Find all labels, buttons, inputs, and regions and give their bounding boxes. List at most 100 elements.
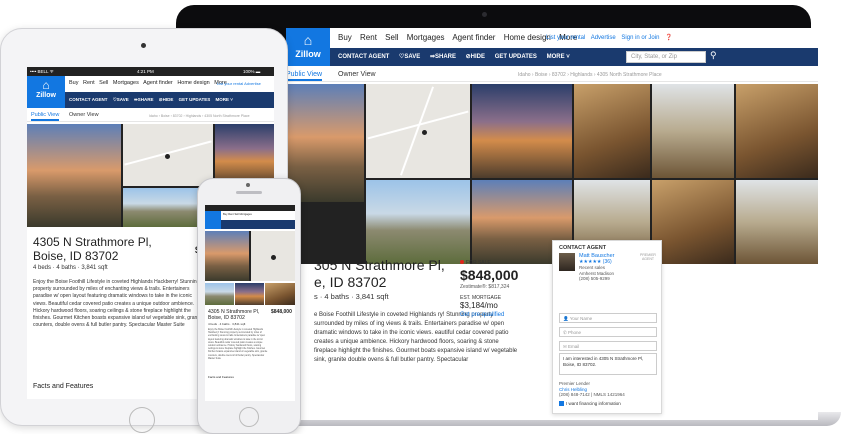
get-updates-button[interactable]: GET UPDATES <box>495 54 537 60</box>
search-input[interactable]: City, State, or Zip <box>626 51 706 63</box>
checkbox-icon <box>559 401 564 407</box>
nav-buy[interactable]: Buy <box>69 80 78 86</box>
tab-public-view[interactable]: Public View <box>286 71 323 81</box>
contact-agent-button[interactable]: CONTACT AGENT <box>69 97 108 102</box>
phone-device: Buy Rent Sell Mortgages 4305 N Strathmor… <box>197 178 301 434</box>
map-pin-icon <box>165 154 170 159</box>
listing-address-line2: Boise, ID 83702 <box>208 315 245 321</box>
premier-agent-badge: PREMIER AGENT <box>640 253 656 261</box>
tablet-toolbar: CONTACT AGENT ♡SAVE ⇛SHARE ⊘HIDE GET UPD… <box>65 92 274 108</box>
name-field[interactable]: 👤 Your Name <box>559 313 657 323</box>
lender-name[interactable]: Chris Helbling <box>559 387 587 392</box>
laptop-camera <box>482 12 487 17</box>
search-icon[interactable]: ⚲ <box>710 50 722 62</box>
agent-avatar[interactable] <box>559 253 575 271</box>
photo-gallery <box>286 84 818 264</box>
tablet-home-button[interactable] <box>129 407 155 433</box>
list-rental-link[interactable]: List your rental <box>217 81 243 86</box>
hide-button[interactable]: ⊘HIDE <box>159 97 174 102</box>
breadcrumb[interactable]: Idaho › Boise › 83702 › Highlands › 4305… <box>149 114 250 118</box>
share-button[interactable]: ⇛SHARE <box>134 97 154 102</box>
save-button[interactable]: ♡SAVE <box>113 97 129 102</box>
gallery-photo[interactable] <box>215 124 274 186</box>
phone-home-button[interactable] <box>239 407 259 427</box>
advertise-link[interactable]: Advertise <box>591 35 616 41</box>
financing-checkbox[interactable]: I want financing information <box>559 401 621 407</box>
nav-home-design[interactable]: Home design <box>177 80 209 86</box>
nav-agent-finder[interactable]: Agent finder <box>452 33 495 42</box>
tab-owner-view[interactable]: Owner View <box>338 71 376 78</box>
status-time: 4:21 PM <box>137 69 154 74</box>
nav-rent[interactable]: Rent <box>228 213 233 216</box>
gallery-photo[interactable] <box>265 283 295 305</box>
nav-home-design[interactable]: Home design <box>504 33 551 42</box>
listing-description: Enjoy the Boise Foothill Lifestyle in co… <box>208 329 268 360</box>
zillow-logo[interactable]: ⌂ Zillow <box>286 28 330 66</box>
est-mortgage-value[interactable]: $3,184/mo <box>460 301 498 310</box>
more-button[interactable]: MORE ˅ <box>216 97 233 102</box>
map-pin-icon <box>271 255 276 260</box>
facts-heading: Facts and Features <box>208 375 234 379</box>
list-rental-link[interactable]: List your rental <box>546 35 585 41</box>
gallery-photo[interactable] <box>27 124 121 227</box>
help-icon[interactable]: ❓ <box>665 35 672 41</box>
email-field[interactable]: ✉ Email <box>559 341 657 351</box>
zillow-logo-icon: ⌂ <box>303 32 313 48</box>
card-heading: CONTACT AGENT <box>559 245 607 251</box>
nav-mortgages[interactable]: Mortgages <box>240 213 252 216</box>
gallery-photo[interactable] <box>205 231 249 281</box>
phone-speaker <box>236 191 262 194</box>
nav-sell[interactable]: Sell <box>234 213 238 216</box>
zillow-logo[interactable] <box>205 211 221 229</box>
map-pin-icon <box>422 130 427 135</box>
sign-in-link[interactable]: Sign in or Join <box>621 35 659 41</box>
nav-sell[interactable]: Sell <box>99 80 108 86</box>
location-map[interactable] <box>123 124 213 186</box>
phone-toolbar <box>221 220 295 229</box>
gallery-photo[interactable] <box>652 84 734 178</box>
tablet-nav: Buy Rent Sell Mortgages Agent finder Hom… <box>69 80 230 86</box>
gallery-photo[interactable] <box>736 180 818 264</box>
listing-meta: 4 beds · 4 baths · 3,841 sqft <box>208 322 246 326</box>
nav-mortgages[interactable]: Mortgages <box>113 80 139 86</box>
nav-agent-finder[interactable]: Agent finder <box>143 80 173 86</box>
nav-buy[interactable]: Buy <box>338 33 352 42</box>
nav-sell[interactable]: Sell <box>385 33 398 42</box>
zillow-logo-icon: ⌂ <box>42 78 50 92</box>
nav-rent[interactable]: Rent <box>360 33 377 42</box>
view-tabs: Public View Owner View Idaho › Boise › 8… <box>286 68 818 82</box>
facts-heading: Facts and Features <box>33 383 94 390</box>
gallery-photo[interactable] <box>652 180 734 264</box>
gallery-photo[interactable] <box>205 283 234 305</box>
location-map[interactable] <box>251 231 295 281</box>
gallery-photo[interactable] <box>736 84 818 178</box>
get-updates-button[interactable]: GET UPDATES <box>179 97 211 102</box>
nav-buy[interactable]: Buy <box>223 213 227 216</box>
gallery-photo[interactable] <box>574 84 650 178</box>
gallery-photo[interactable] <box>472 84 572 178</box>
zillow-logo[interactable]: ⌂ Zillow <box>27 76 65 108</box>
listing-description: e Boise Foothill Lifestyle in coveted Hi… <box>314 312 518 363</box>
more-button[interactable]: MORE ˅ <box>547 54 570 60</box>
listing-address-line2: Boise, ID 83702 <box>33 249 119 263</box>
phone-screen: Buy Rent Sell Mortgages 4305 N Strathmor… <box>205 205 295 401</box>
zillow-logo-text: Zillow <box>295 49 321 59</box>
prequalified-link[interactable]: Get pre-qualified <box>460 312 504 318</box>
share-button[interactable]: ⇛SHARE <box>430 54 456 60</box>
save-button[interactable]: ♡SAVE <box>399 54 420 60</box>
advertise-link[interactable]: Advertise <box>244 81 261 86</box>
phone-field[interactable]: ✆ Phone <box>559 327 657 337</box>
gallery-photo[interactable] <box>366 180 470 264</box>
zestimate[interactable]: Zestimate®: $817,324 <box>460 284 509 290</box>
nav-rent[interactable]: Rent <box>83 80 95 86</box>
location-map[interactable] <box>366 84 470 178</box>
breadcrumb[interactable]: Idaho › Boise › 83702 › Highlands › 4305… <box>518 72 662 78</box>
agent-phone: (208) 505-9299 <box>579 276 610 281</box>
message-field[interactable]: I am interested in 4305 N Strathmore Pl,… <box>559 353 657 375</box>
gallery-photo[interactable] <box>235 283 264 305</box>
tab-owner-view[interactable]: Owner View <box>69 112 99 118</box>
hide-button[interactable]: ⊘HIDE <box>466 54 485 60</box>
contact-agent-button[interactable]: CONTACT AGENT <box>338 54 389 60</box>
nav-mortgages[interactable]: Mortgages <box>407 33 445 42</box>
tab-public-view[interactable]: Public View <box>31 112 60 121</box>
